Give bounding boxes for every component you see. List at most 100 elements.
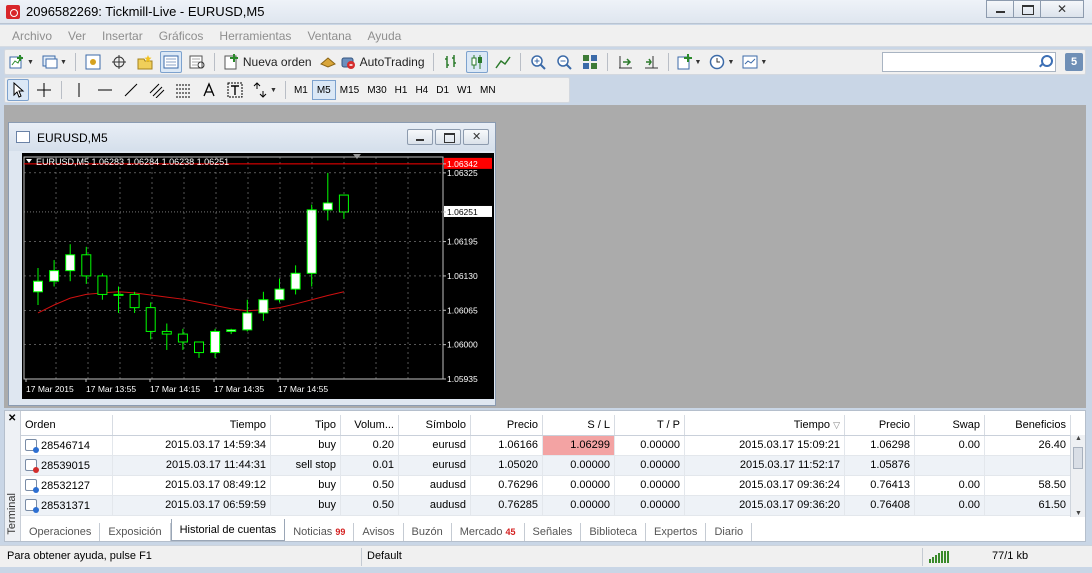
crosshair-button[interactable] bbox=[33, 79, 55, 101]
cell-text: 0.20 bbox=[372, 439, 394, 451]
autoscroll-button[interactable] bbox=[614, 51, 636, 73]
minimize-button[interactable] bbox=[986, 0, 1014, 18]
maximize-button[interactable] bbox=[1013, 0, 1041, 18]
menu-insertar[interactable]: Insertar bbox=[94, 29, 151, 43]
templates-button[interactable]: ▼ bbox=[740, 51, 769, 73]
scroll-thumb[interactable] bbox=[1073, 447, 1083, 469]
profiles-button[interactable]: ▼ bbox=[40, 51, 69, 73]
col-tiempo[interactable]: Tiempo bbox=[113, 415, 271, 435]
chart-shift-button[interactable] bbox=[640, 51, 662, 73]
cell-text: 0.00000 bbox=[640, 439, 680, 451]
timeframe-h4[interactable]: H4 bbox=[411, 80, 432, 100]
price-chart[interactable]: 1.06342 1.06325 1.06251 1.06195 1.06130 1.060… bbox=[22, 153, 494, 399]
tab-noticias[interactable]: Noticias 99 bbox=[285, 523, 355, 541]
vertical-line-button[interactable] bbox=[68, 79, 90, 101]
timeframe-m15[interactable]: M15 bbox=[336, 80, 363, 100]
bar-chart-button[interactable] bbox=[440, 51, 462, 73]
chart-window-titlebar[interactable]: EURUSD,M5 bbox=[9, 123, 495, 151]
tab-operaciones[interactable]: Operaciones bbox=[21, 523, 101, 541]
menu-ver[interactable]: Ver bbox=[60, 29, 94, 43]
scroll-up-icon[interactable]: ▲ bbox=[1075, 435, 1082, 442]
chart-maximize-button[interactable] bbox=[435, 129, 461, 145]
menu-herramientas[interactable]: Herramientas bbox=[211, 29, 299, 43]
autotrading-button[interactable]: AutoTrading bbox=[318, 51, 427, 73]
trendline-button[interactable] bbox=[120, 79, 142, 101]
table-row[interactable]: 28531371 2015.03.17 06:59:59 buy 0.50 audusd… bbox=[21, 496, 1085, 516]
tab-buzón[interactable]: Buzón bbox=[404, 523, 452, 541]
table-row[interactable]: 28532127 2015.03.17 08:49:12 buy 0.50 audusd… bbox=[21, 476, 1085, 496]
chart-window[interactable]: EURUSD,M5 1.063421.063251.062511.061951.… bbox=[8, 122, 496, 406]
indicators-button[interactable]: ▼ bbox=[675, 51, 704, 73]
tester-button[interactable] bbox=[186, 51, 208, 73]
timeframe-mn[interactable]: MN bbox=[476, 80, 500, 100]
tab-expertos[interactable]: Expertos bbox=[646, 523, 707, 541]
col-beneficios[interactable]: Beneficios bbox=[985, 415, 1071, 435]
navigator-button[interactable] bbox=[134, 51, 156, 73]
text-label-button[interactable] bbox=[224, 79, 246, 101]
arrows-button[interactable]: ▼ bbox=[250, 79, 279, 101]
timeframe-d1[interactable]: D1 bbox=[432, 80, 453, 100]
zoom-out-button[interactable] bbox=[553, 51, 575, 73]
candlestick-chart[interactable]: 1.063421.063251.062511.061951.061301.060… bbox=[22, 153, 494, 399]
bearish-candle bbox=[338, 194, 349, 213]
text-button[interactable] bbox=[198, 79, 220, 101]
table-scrollbar[interactable]: ▲ ▼ bbox=[1070, 435, 1085, 517]
timeframe-w1[interactable]: W1 bbox=[453, 80, 476, 100]
horizontal-line-button[interactable] bbox=[94, 79, 116, 101]
tile-windows-button[interactable] bbox=[579, 51, 601, 73]
bar-chart-icon bbox=[444, 55, 456, 68]
tab-exposición[interactable]: Exposición bbox=[100, 523, 171, 541]
close-button[interactable] bbox=[1040, 0, 1084, 18]
zoom-in-button[interactable] bbox=[527, 51, 549, 73]
col-simbolo[interactable]: Símbolo bbox=[399, 415, 471, 435]
fibonacci-button[interactable] bbox=[172, 79, 194, 101]
chart-minimize-button[interactable] bbox=[407, 129, 433, 145]
timeframe-m1[interactable]: M1 bbox=[290, 80, 312, 100]
col-precio[interactable]: Precio bbox=[471, 415, 543, 435]
equidistant-channel-button[interactable] bbox=[146, 79, 168, 101]
scroll-down-icon[interactable]: ▼ bbox=[1075, 510, 1082, 517]
status-profile: Default bbox=[367, 550, 402, 562]
terminal-button[interactable] bbox=[159, 51, 182, 73]
timeframe-m5[interactable]: M5 bbox=[311, 80, 336, 100]
tab-historial-de-cuentas[interactable]: Historial de cuentas bbox=[170, 519, 286, 541]
tab-diario[interactable]: Diario bbox=[706, 523, 753, 541]
col-tipo[interactable]: Tipo bbox=[271, 415, 341, 435]
new-order-button[interactable]: Nueva orden bbox=[221, 51, 314, 73]
col-precio-cierre[interactable]: Precio bbox=[845, 415, 915, 435]
col-swap[interactable]: Swap bbox=[915, 415, 985, 435]
market-watch-button[interactable] bbox=[82, 51, 104, 73]
col-tp[interactable]: T / P bbox=[615, 415, 685, 435]
search-icon[interactable] bbox=[1037, 55, 1053, 69]
notification-badge[interactable]: 5 bbox=[1065, 53, 1083, 71]
tab-label: Diario bbox=[714, 526, 744, 538]
col-tiempo-cierre[interactable]: Tiempo ▽ bbox=[685, 415, 845, 435]
col-orden[interactable]: Orden bbox=[21, 415, 113, 435]
menu-graficos[interactable]: Gráficos bbox=[151, 29, 212, 43]
table-row[interactable]: 28546714 2015.03.17 14:59:34 buy 0.20 eurusd… bbox=[21, 436, 1085, 456]
periods-button[interactable]: ▼ bbox=[707, 51, 736, 73]
cursor-button[interactable] bbox=[7, 79, 29, 101]
timeframe-m30[interactable]: M30 bbox=[363, 80, 390, 100]
table-row[interactable]: 28539015 2015.03.17 11:44:31 sell stop 0.01… bbox=[21, 456, 1085, 476]
menu-ayuda[interactable]: Ayuda bbox=[359, 29, 409, 43]
new-chart-button[interactable]: ▼ bbox=[7, 51, 36, 73]
col-sl[interactable]: S / L bbox=[543, 415, 615, 435]
menu-ventana[interactable]: Ventana bbox=[299, 29, 359, 43]
chart-window-icon bbox=[16, 131, 30, 143]
line-chart-button[interactable] bbox=[492, 51, 514, 73]
tab-biblioteca[interactable]: Biblioteca bbox=[581, 523, 647, 541]
menu-archivo[interactable]: Archivo bbox=[4, 29, 60, 43]
tab-mercado[interactable]: Mercado 45 bbox=[452, 523, 525, 541]
tab-label: Exposición bbox=[108, 526, 162, 538]
candlestick-button[interactable] bbox=[465, 51, 488, 73]
timeframe-h1[interactable]: H1 bbox=[391, 80, 412, 100]
bullish-candle bbox=[242, 312, 253, 331]
terminal-close-icon[interactable]: ✕ bbox=[8, 413, 16, 424]
search-input[interactable] bbox=[882, 52, 1056, 72]
tab-señales[interactable]: Señales bbox=[525, 523, 582, 541]
tab-avisos[interactable]: Avisos bbox=[354, 523, 404, 541]
chart-close-button[interactable] bbox=[463, 129, 489, 145]
data-window-button[interactable] bbox=[108, 51, 130, 73]
col-volumen[interactable]: Volum... bbox=[341, 415, 399, 435]
